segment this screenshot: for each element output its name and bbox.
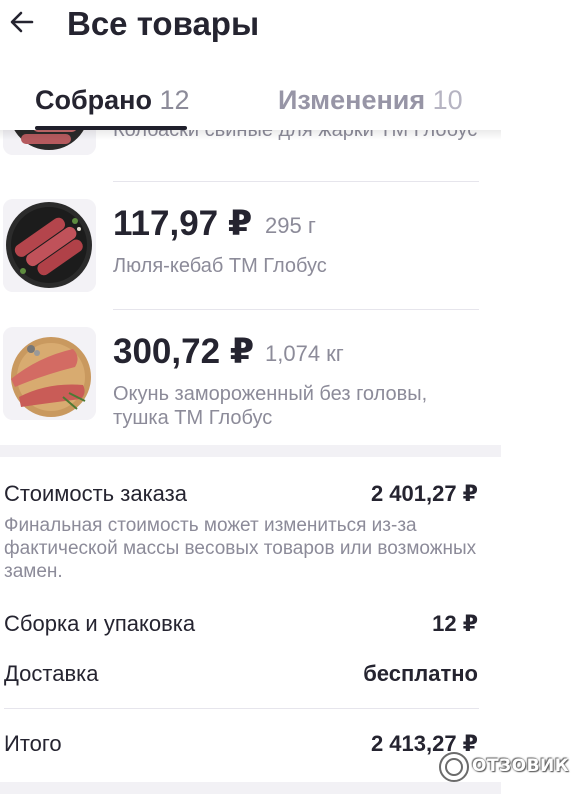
order-cost-label: Стоимость заказа	[4, 481, 187, 506]
assembly-value: 12 ₽	[432, 611, 478, 636]
header: Все товары	[0, 0, 587, 60]
watermark: ОТЗОВИК	[438, 750, 583, 784]
assembly-label: Сборка и упаковка	[4, 611, 196, 636]
divider	[4, 708, 479, 709]
scroll-shadow	[0, 130, 501, 140]
section-separator	[0, 782, 501, 794]
watermark-text: ОТЗОВИК	[472, 756, 570, 776]
list-item[interactable]: 300,72 ₽ 1,074 кг Окунь замороженный без…	[0, 310, 501, 445]
page-title: Все товары	[67, 5, 260, 42]
watermark-logo-icon	[439, 752, 469, 782]
product-weight: 295 г	[265, 213, 316, 238]
tab-label: Собрано	[35, 85, 152, 115]
product-price: 117,97 ₽	[113, 204, 253, 243]
tab-count: 10	[432, 85, 463, 115]
tab-changes[interactable]: Изменения 10	[278, 84, 463, 116]
product-weight: 1,074 кг	[265, 341, 344, 366]
total-label: Итого	[4, 731, 62, 756]
delivery-label: Доставка	[4, 661, 99, 686]
order-summary: Стоимость заказа 2 401,27 ₽ Финальная ст…	[0, 457, 501, 782]
delivery-value: бесплатно	[363, 661, 478, 686]
price-note: Финальная стоимость может измениться из-…	[4, 515, 477, 582]
product-name: Окунь замороженный без головы, тушка ТМ …	[113, 383, 428, 429]
list-item[interactable]: 117,97 ₽ 295 г Люля-кебаб ТМ Глобус	[0, 182, 501, 310]
section-separator	[0, 445, 501, 457]
tab-label: Изменения	[278, 85, 426, 115]
tab-count: 12	[159, 85, 190, 115]
arrow-left-icon	[10, 11, 34, 33]
product-list[interactable]: Колбаски свиные для жарки ТМ Глобус 117,…	[0, 130, 501, 445]
tab-collected[interactable]: Собрано 12	[35, 84, 190, 116]
back-button[interactable]	[8, 8, 36, 36]
product-image-perch	[3, 327, 96, 420]
product-name: Люля-кебаб ТМ Глобус	[113, 255, 327, 277]
product-image-lula-kebab	[3, 199, 96, 292]
product-price: 300,72 ₽	[113, 332, 255, 371]
order-cost-value: 2 401,27 ₽	[370, 481, 478, 506]
tab-bar: Собрано 12 Изменения 10	[0, 80, 587, 130]
